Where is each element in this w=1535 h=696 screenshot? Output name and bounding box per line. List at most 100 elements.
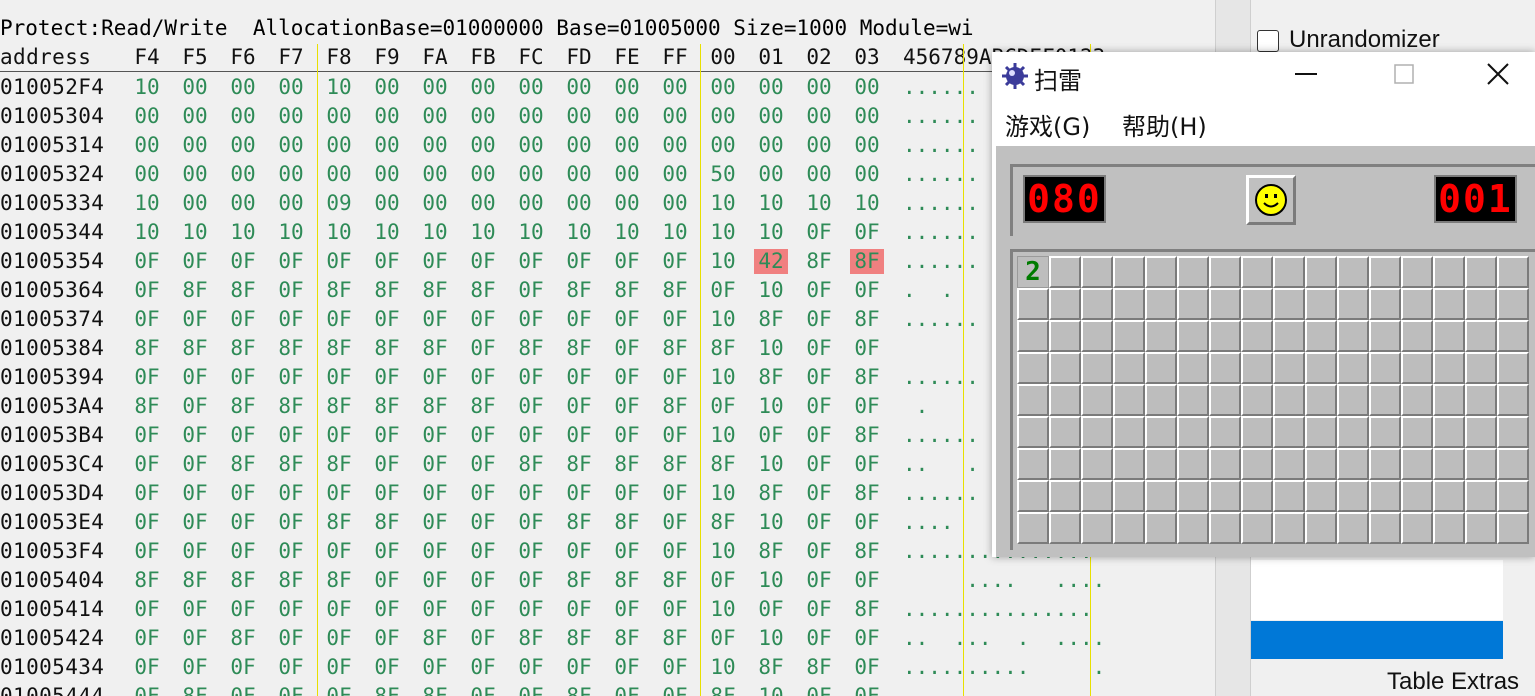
hex-byte[interactable]: 0F [369,537,405,566]
hex-row[interactable]: 01005414 0F 0F 0F 0F 0F 0F 0F 0F 0F 0F 0F 0F 10 0F 0F 8F… [0,595,1215,624]
hex-byte[interactable]: 0F [225,305,261,334]
hex-byte[interactable]: 0F [129,479,165,508]
hex-byte[interactable]: 0F [609,479,645,508]
hex-byte[interactable]: 0F [561,479,597,508]
hex-byte[interactable]: 0F [465,566,501,595]
hex-byte[interactable]: 0F [225,537,261,566]
hex-byte[interactable]: 0F [513,305,549,334]
hex-byte[interactable]: 0F [513,682,549,696]
hex-byte[interactable]: 8F [849,537,885,566]
hex-byte[interactable]: 10 [705,421,741,450]
hex-byte[interactable]: 0F [657,363,693,392]
hex-byte[interactable]: 8F [321,392,357,421]
hex-byte[interactable]: 0F [561,305,597,334]
hex-byte[interactable]: 0F [801,392,837,421]
hex-byte[interactable]: 0F [417,450,453,479]
covered-cell[interactable] [1465,384,1497,416]
covered-cell[interactable] [1369,384,1401,416]
hex-byte[interactable]: 10 [705,247,741,276]
hex-byte[interactable]: 0F [513,537,549,566]
hex-byte[interactable]: 00 [177,189,213,218]
hex-byte[interactable]: 8F [849,363,885,392]
hex-byte[interactable]: 0F [513,363,549,392]
hex-byte[interactable]: 0F [225,595,261,624]
covered-cell[interactable] [1209,480,1241,512]
hex-byte[interactable]: 8F [321,508,357,537]
covered-cell[interactable] [1177,416,1209,448]
hex-byte[interactable]: 0F [561,247,597,276]
hex-byte[interactable]: 0F [225,363,261,392]
covered-cell[interactable] [1049,352,1081,384]
hex-byte[interactable]: 8F [129,334,165,363]
hex-byte[interactable]: 0F [849,450,885,479]
covered-cell[interactable] [1017,448,1049,480]
hex-byte[interactable]: 00 [705,131,741,160]
hex-byte[interactable]: 0F [321,363,357,392]
hex-byte[interactable]: 0F [561,392,597,421]
covered-cell[interactable] [1369,416,1401,448]
hex-byte[interactable]: 0F [513,479,549,508]
covered-cell[interactable] [1465,480,1497,512]
covered-cell[interactable] [1273,480,1305,512]
hex-byte[interactable]: 0F [849,334,885,363]
hex-byte[interactable]: 00 [273,189,309,218]
covered-cell[interactable] [1433,320,1465,352]
covered-cell[interactable] [1273,320,1305,352]
hex-byte[interactable]: 8F [177,276,213,305]
hex-byte[interactable]: 0F [177,653,213,682]
hex-byte[interactable]: 00 [657,73,693,102]
hex-byte[interactable]: 0F [513,421,549,450]
hex-byte[interactable]: 00 [273,102,309,131]
covered-cell[interactable] [1497,448,1529,480]
hex-byte[interactable]: 0F [609,421,645,450]
hex-byte[interactable]: 0F [465,479,501,508]
hex-byte[interactable]: 00 [609,131,645,160]
hex-byte[interactable]: 00 [177,131,213,160]
hex-byte[interactable]: 0F [177,450,213,479]
hex-byte[interactable]: 00 [801,73,837,102]
hex-byte[interactable]: 00 [465,102,501,131]
hex-byte[interactable]: 10 [705,363,741,392]
hex-byte[interactable]: 00 [657,131,693,160]
hex-byte[interactable]: 0F [561,537,597,566]
hex-byte[interactable]: 0F [417,653,453,682]
hex-byte[interactable]: 0F [849,624,885,653]
covered-cell[interactable] [1433,448,1465,480]
hex-byte[interactable]: 8F [273,450,309,479]
covered-cell[interactable] [1081,288,1113,320]
covered-cell[interactable] [1177,512,1209,544]
covered-cell[interactable] [1241,288,1273,320]
hex-byte[interactable]: 0F [465,624,501,653]
covered-cell[interactable] [1017,416,1049,448]
hex-byte[interactable]: 0F [513,247,549,276]
covered-cell[interactable] [1369,448,1401,480]
hex-byte[interactable]: 8F [849,305,885,334]
covered-cell[interactable] [1401,448,1433,480]
hex-byte[interactable]: 8F [465,276,501,305]
hex-byte[interactable]: 00 [273,160,309,189]
hex-byte[interactable]: 8F [657,276,693,305]
covered-cell[interactable] [1241,320,1273,352]
hex-byte[interactable]: 0F [129,421,165,450]
hex-byte[interactable]: 00 [753,131,789,160]
hex-byte[interactable]: 10 [753,334,789,363]
hex-byte[interactable]: 00 [513,102,549,131]
covered-cell[interactable] [1337,416,1369,448]
hex-byte[interactable]: 8F [561,566,597,595]
hex-byte[interactable]: 0F [561,421,597,450]
covered-cell[interactable] [1241,512,1273,544]
covered-cell[interactable] [1273,416,1305,448]
hex-byte[interactable]: 0F [609,363,645,392]
covered-cell[interactable] [1465,352,1497,384]
hex-byte[interactable]: 8F [609,624,645,653]
hex-byte[interactable]: 0F [225,479,261,508]
hex-byte[interactable]: 8F [273,334,309,363]
hex-byte[interactable]: 8F [561,508,597,537]
hex-byte[interactable]: 0F [801,450,837,479]
covered-cell[interactable] [1465,288,1497,320]
covered-cell[interactable] [1337,288,1369,320]
hex-byte[interactable]: 0F [369,421,405,450]
hex-byte[interactable]: 10 [705,189,741,218]
covered-cell[interactable] [1209,352,1241,384]
covered-cell[interactable] [1049,320,1081,352]
